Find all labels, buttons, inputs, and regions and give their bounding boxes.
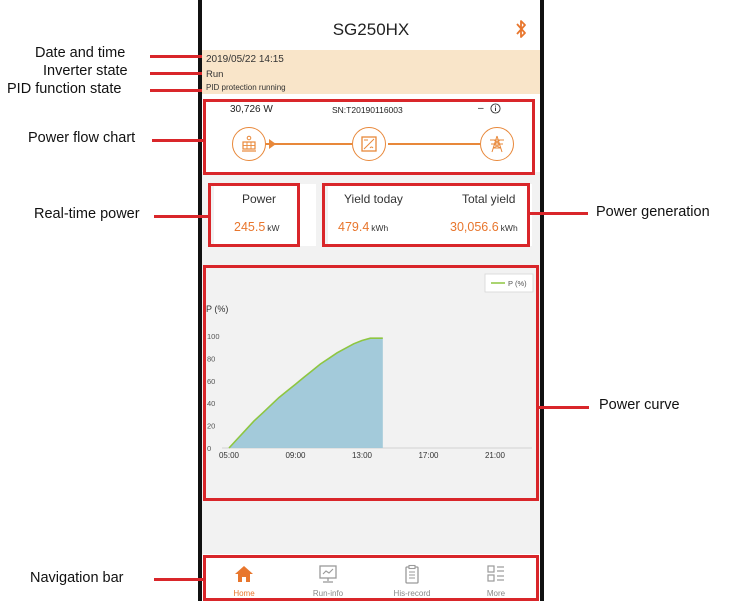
leader-power-flow [152,139,204,142]
highlight-power-generation [322,183,530,247]
highlight-real-time-power [208,183,300,247]
app-header: SG250HX [202,0,540,54]
label-power-curve: Power curve [599,397,680,413]
inverter-state-text: Run [206,69,224,80]
highlight-navigation-bar [203,555,539,601]
status-band: 2019/05/22 14:15 Run PID protection runn… [202,50,540,94]
bluetooth-icon[interactable] [514,18,528,40]
highlight-power-curve [203,265,539,501]
label-power-generation: Power generation [596,204,710,220]
highlight-power-flow [203,99,535,175]
leader-power-generation [530,212,588,215]
app-title: SG250HX [332,20,410,39]
label-power-flow-chart: Power flow chart [28,130,136,146]
leader-pid-state [150,89,202,92]
label-real-time-power: Real-time power [34,206,140,222]
label-navigation-bar: Navigation bar [30,570,124,586]
leader-date-time [150,55,202,58]
date-time-text: 2019/05/22 14:15 [206,54,284,65]
leader-power-curve [539,406,589,409]
leader-navigation-bar [154,578,204,581]
leader-inverter-state [150,72,202,75]
label-pid-state: PID function state [7,81,122,97]
label-inverter-state: Inverter state [43,63,128,79]
pid-state-text: PID protection running [206,83,286,92]
leader-real-time-power [154,215,208,218]
label-date-time: Date and time [35,45,126,61]
